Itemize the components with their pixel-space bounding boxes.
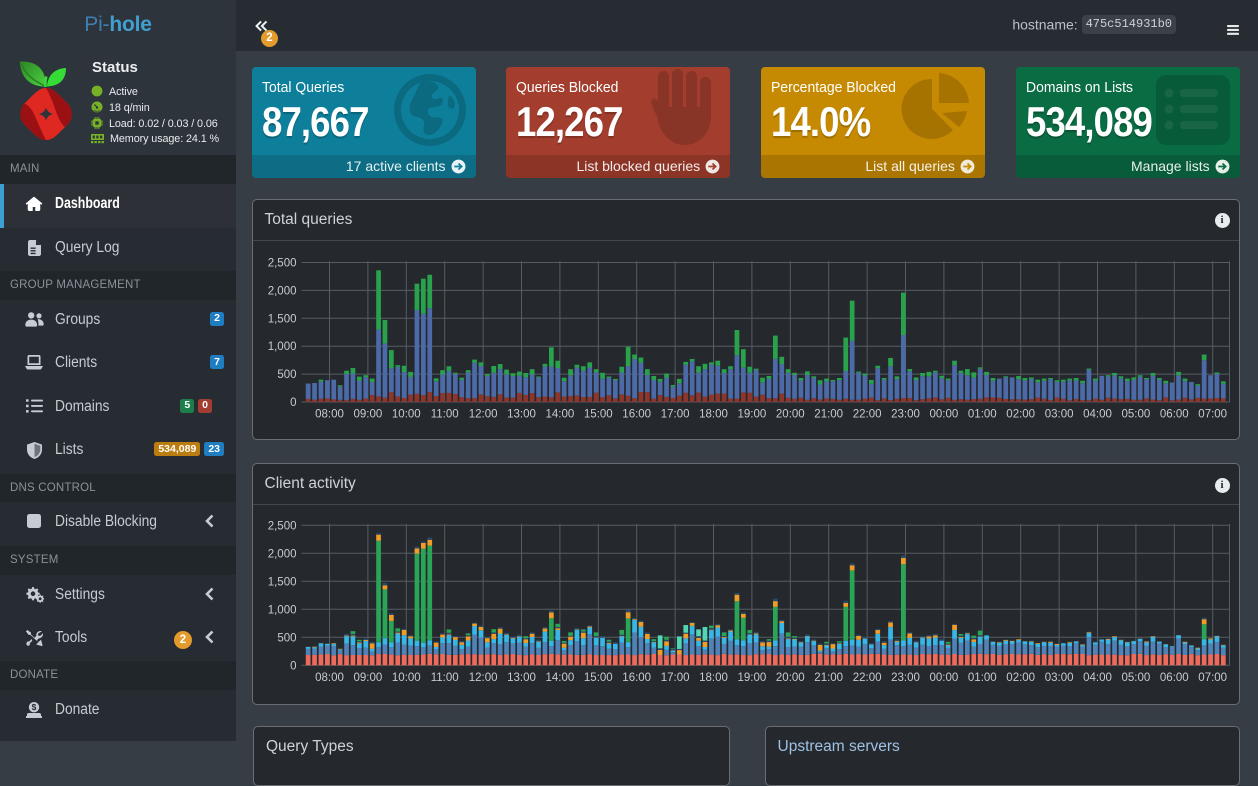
svg-text:21:00: 21:00 <box>814 408 843 420</box>
svg-text:13:00: 13:00 <box>507 408 536 420</box>
svg-text:22:00: 22:00 <box>852 408 881 420</box>
svg-text:19:00: 19:00 <box>737 408 766 420</box>
svg-text:11:00: 11:00 <box>430 672 458 684</box>
svg-text:21:00: 21:00 <box>814 672 843 684</box>
svg-text:1,500: 1,500 <box>267 313 296 325</box>
svg-text:04:00: 04:00 <box>1083 672 1112 684</box>
svg-text:1,500: 1,500 <box>267 576 296 588</box>
svg-text:18:00: 18:00 <box>699 672 728 684</box>
svg-text:0: 0 <box>290 397 296 409</box>
svg-text:14:00: 14:00 <box>545 672 574 684</box>
svg-text:08:00: 08:00 <box>315 408 344 420</box>
svg-text:02:00: 02:00 <box>1006 672 1035 684</box>
svg-text:13:00: 13:00 <box>507 672 536 684</box>
svg-text:$: $ <box>32 702 37 712</box>
svg-text:16:00: 16:00 <box>622 408 651 420</box>
svg-text:07:00: 07:00 <box>1198 672 1227 684</box>
svg-text:08:00: 08:00 <box>315 672 344 684</box>
svg-text:00:00: 00:00 <box>929 408 958 420</box>
svg-text:2,500: 2,500 <box>267 520 296 532</box>
svg-text:06:00: 06:00 <box>1159 672 1188 684</box>
svg-text:19:00: 19:00 <box>737 672 766 684</box>
svg-text:05:00: 05:00 <box>1121 408 1150 420</box>
svg-text:2,500: 2,500 <box>267 257 296 269</box>
svg-text:11:00: 11:00 <box>430 408 458 420</box>
svg-text:02:00: 02:00 <box>1006 408 1035 420</box>
svg-text:500: 500 <box>277 369 296 381</box>
svg-text:15:00: 15:00 <box>583 672 612 684</box>
svg-text:01:00: 01:00 <box>967 672 996 684</box>
svg-text:0: 0 <box>290 660 296 672</box>
svg-text:05:00: 05:00 <box>1121 672 1150 684</box>
svg-text:09:00: 09:00 <box>353 672 382 684</box>
svg-text:06:00: 06:00 <box>1159 408 1188 420</box>
svg-text:500: 500 <box>277 632 296 644</box>
svg-text:10:00: 10:00 <box>391 408 420 420</box>
svg-text:2,000: 2,000 <box>267 285 296 297</box>
svg-text:1,000: 1,000 <box>267 341 296 353</box>
svg-text:10:00: 10:00 <box>391 672 420 684</box>
svg-text:09:00: 09:00 <box>353 408 382 420</box>
svg-text:17:00: 17:00 <box>660 408 689 420</box>
svg-text:14:00: 14:00 <box>545 408 574 420</box>
svg-text:00:00: 00:00 <box>929 672 958 684</box>
svg-text:12:00: 12:00 <box>468 408 497 420</box>
svg-text:03:00: 03:00 <box>1044 672 1073 684</box>
svg-text:15:00: 15:00 <box>583 408 612 420</box>
svg-text:04:00: 04:00 <box>1083 408 1112 420</box>
svg-text:03:00: 03:00 <box>1044 408 1073 420</box>
svg-text:01:00: 01:00 <box>967 408 996 420</box>
svg-text:23:00: 23:00 <box>891 408 920 420</box>
svg-text:12:00: 12:00 <box>468 672 497 684</box>
svg-text:18:00: 18:00 <box>699 408 728 420</box>
svg-text:20:00: 20:00 <box>775 408 804 420</box>
svg-text:22:00: 22:00 <box>852 672 881 684</box>
svg-text:07:00: 07:00 <box>1198 408 1227 420</box>
svg-text:16:00: 16:00 <box>622 672 651 684</box>
svg-text:20:00: 20:00 <box>775 672 804 684</box>
svg-text:1,000: 1,000 <box>267 604 296 616</box>
svg-text:17:00: 17:00 <box>660 672 689 684</box>
svg-text:2,000: 2,000 <box>267 548 296 560</box>
svg-text:23:00: 23:00 <box>891 672 920 684</box>
